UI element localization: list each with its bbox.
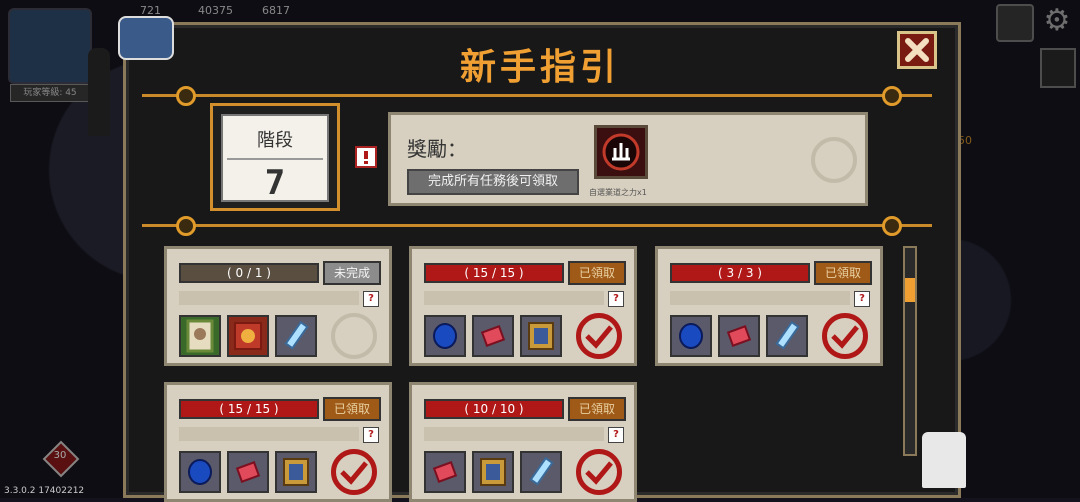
reward-item-slot[interactable] [594,125,648,179]
divider-top [142,94,932,97]
task-scrollbar[interactable] [903,246,917,456]
task-description [424,427,604,441]
potion-icon[interactable] [520,451,562,493]
task-progress-bar: ( 0 / 1 ) [179,263,319,283]
task-progress-bar: ( 10 / 10 ) [424,399,564,419]
claimed-check-icon [576,449,622,495]
close-button[interactable] [897,31,937,69]
task-card: ( 15 / 15 ) 已領取? [164,382,392,502]
reward-label: 獎勵： [407,137,467,161]
stage-divider [227,158,323,160]
help-icon[interactable]: ? [363,427,379,443]
claimed-check-icon [331,449,377,495]
ornament-knot-bl [176,216,196,236]
stage-box: 階段 7 [210,103,340,211]
ornament-knot-tr [882,86,902,106]
help-icon[interactable]: ? [854,291,870,307]
reward-item-caption: 自選業道之力x1 [589,188,647,197]
stage-label: 階段 [257,130,293,151]
red-gem-icon[interactable] [472,315,514,357]
help-icon[interactable]: ? [608,427,624,443]
task-progress-bar: ( 15 / 15 ) [179,399,319,419]
divider-bottom [142,224,932,227]
task-card: ( 15 / 15 ) 已領取? [409,246,637,366]
potion-icon[interactable] [766,315,808,357]
treasure-box-icon[interactable] [472,451,514,493]
task-status-button[interactable]: 未完成 [323,261,381,285]
red-gem-icon[interactable] [424,451,466,493]
blue-gem-icon[interactable] [424,315,466,357]
claimed-check-icon [822,313,868,359]
claim-reward-button[interactable]: 完成所有任務後可領取 [407,169,579,195]
task-card: ( 10 / 10 ) 已領取? [409,382,637,502]
task-description [670,291,850,305]
red-gem-icon[interactable] [227,451,269,493]
red-gem-icon[interactable] [718,315,760,357]
scroll-thumb[interactable] [905,278,915,302]
alert-icon[interactable] [355,146,377,168]
exclamation-icon [364,151,368,164]
blue-gem-icon[interactable] [179,451,221,493]
close-icon [905,38,929,62]
claim-slot [331,313,377,359]
reward-claim-slot [811,137,857,183]
task-status-button[interactable]: 已領取 [568,397,626,421]
version-label: 3.3.0.2 17402212 [4,486,85,496]
treasure-box-icon[interactable] [520,315,562,357]
task-progress-bar: ( 3 / 3 ) [670,263,810,283]
chair-sprite [922,432,966,488]
task-description [179,291,359,305]
treasure-box-icon[interactable] [275,451,317,493]
claimed-check-icon [576,313,622,359]
karma-power-icon [602,133,640,171]
help-icon[interactable]: ? [608,291,624,307]
task-card: ( 3 / 3 ) 已領取? [655,246,883,366]
stage-number: 7 [264,163,286,203]
reward-panel: 獎勵： 完成所有任務後可領取 自選業道之力x1 [388,112,868,206]
help-icon[interactable]: ? [363,291,379,307]
task-status-button[interactable]: 已領取 [323,397,381,421]
ornament-knot-br [882,216,902,236]
task-card: ( 0 / 1 ) 未完成? [164,246,392,366]
ticket-icon[interactable] [227,315,269,357]
task-description [424,291,604,305]
task-progress-bar: ( 15 / 15 ) [424,263,564,283]
blue-gem-icon[interactable] [670,315,712,357]
ornament-knot-tl [176,86,196,106]
task-status-button[interactable]: 已領取 [814,261,872,285]
card-icon[interactable] [179,315,221,357]
task-status-button[interactable]: 已領取 [568,261,626,285]
task-description [179,427,359,441]
stage-card: 階段 7 [221,114,329,202]
potion-icon[interactable] [275,315,317,357]
mascot-sprite [118,16,174,60]
